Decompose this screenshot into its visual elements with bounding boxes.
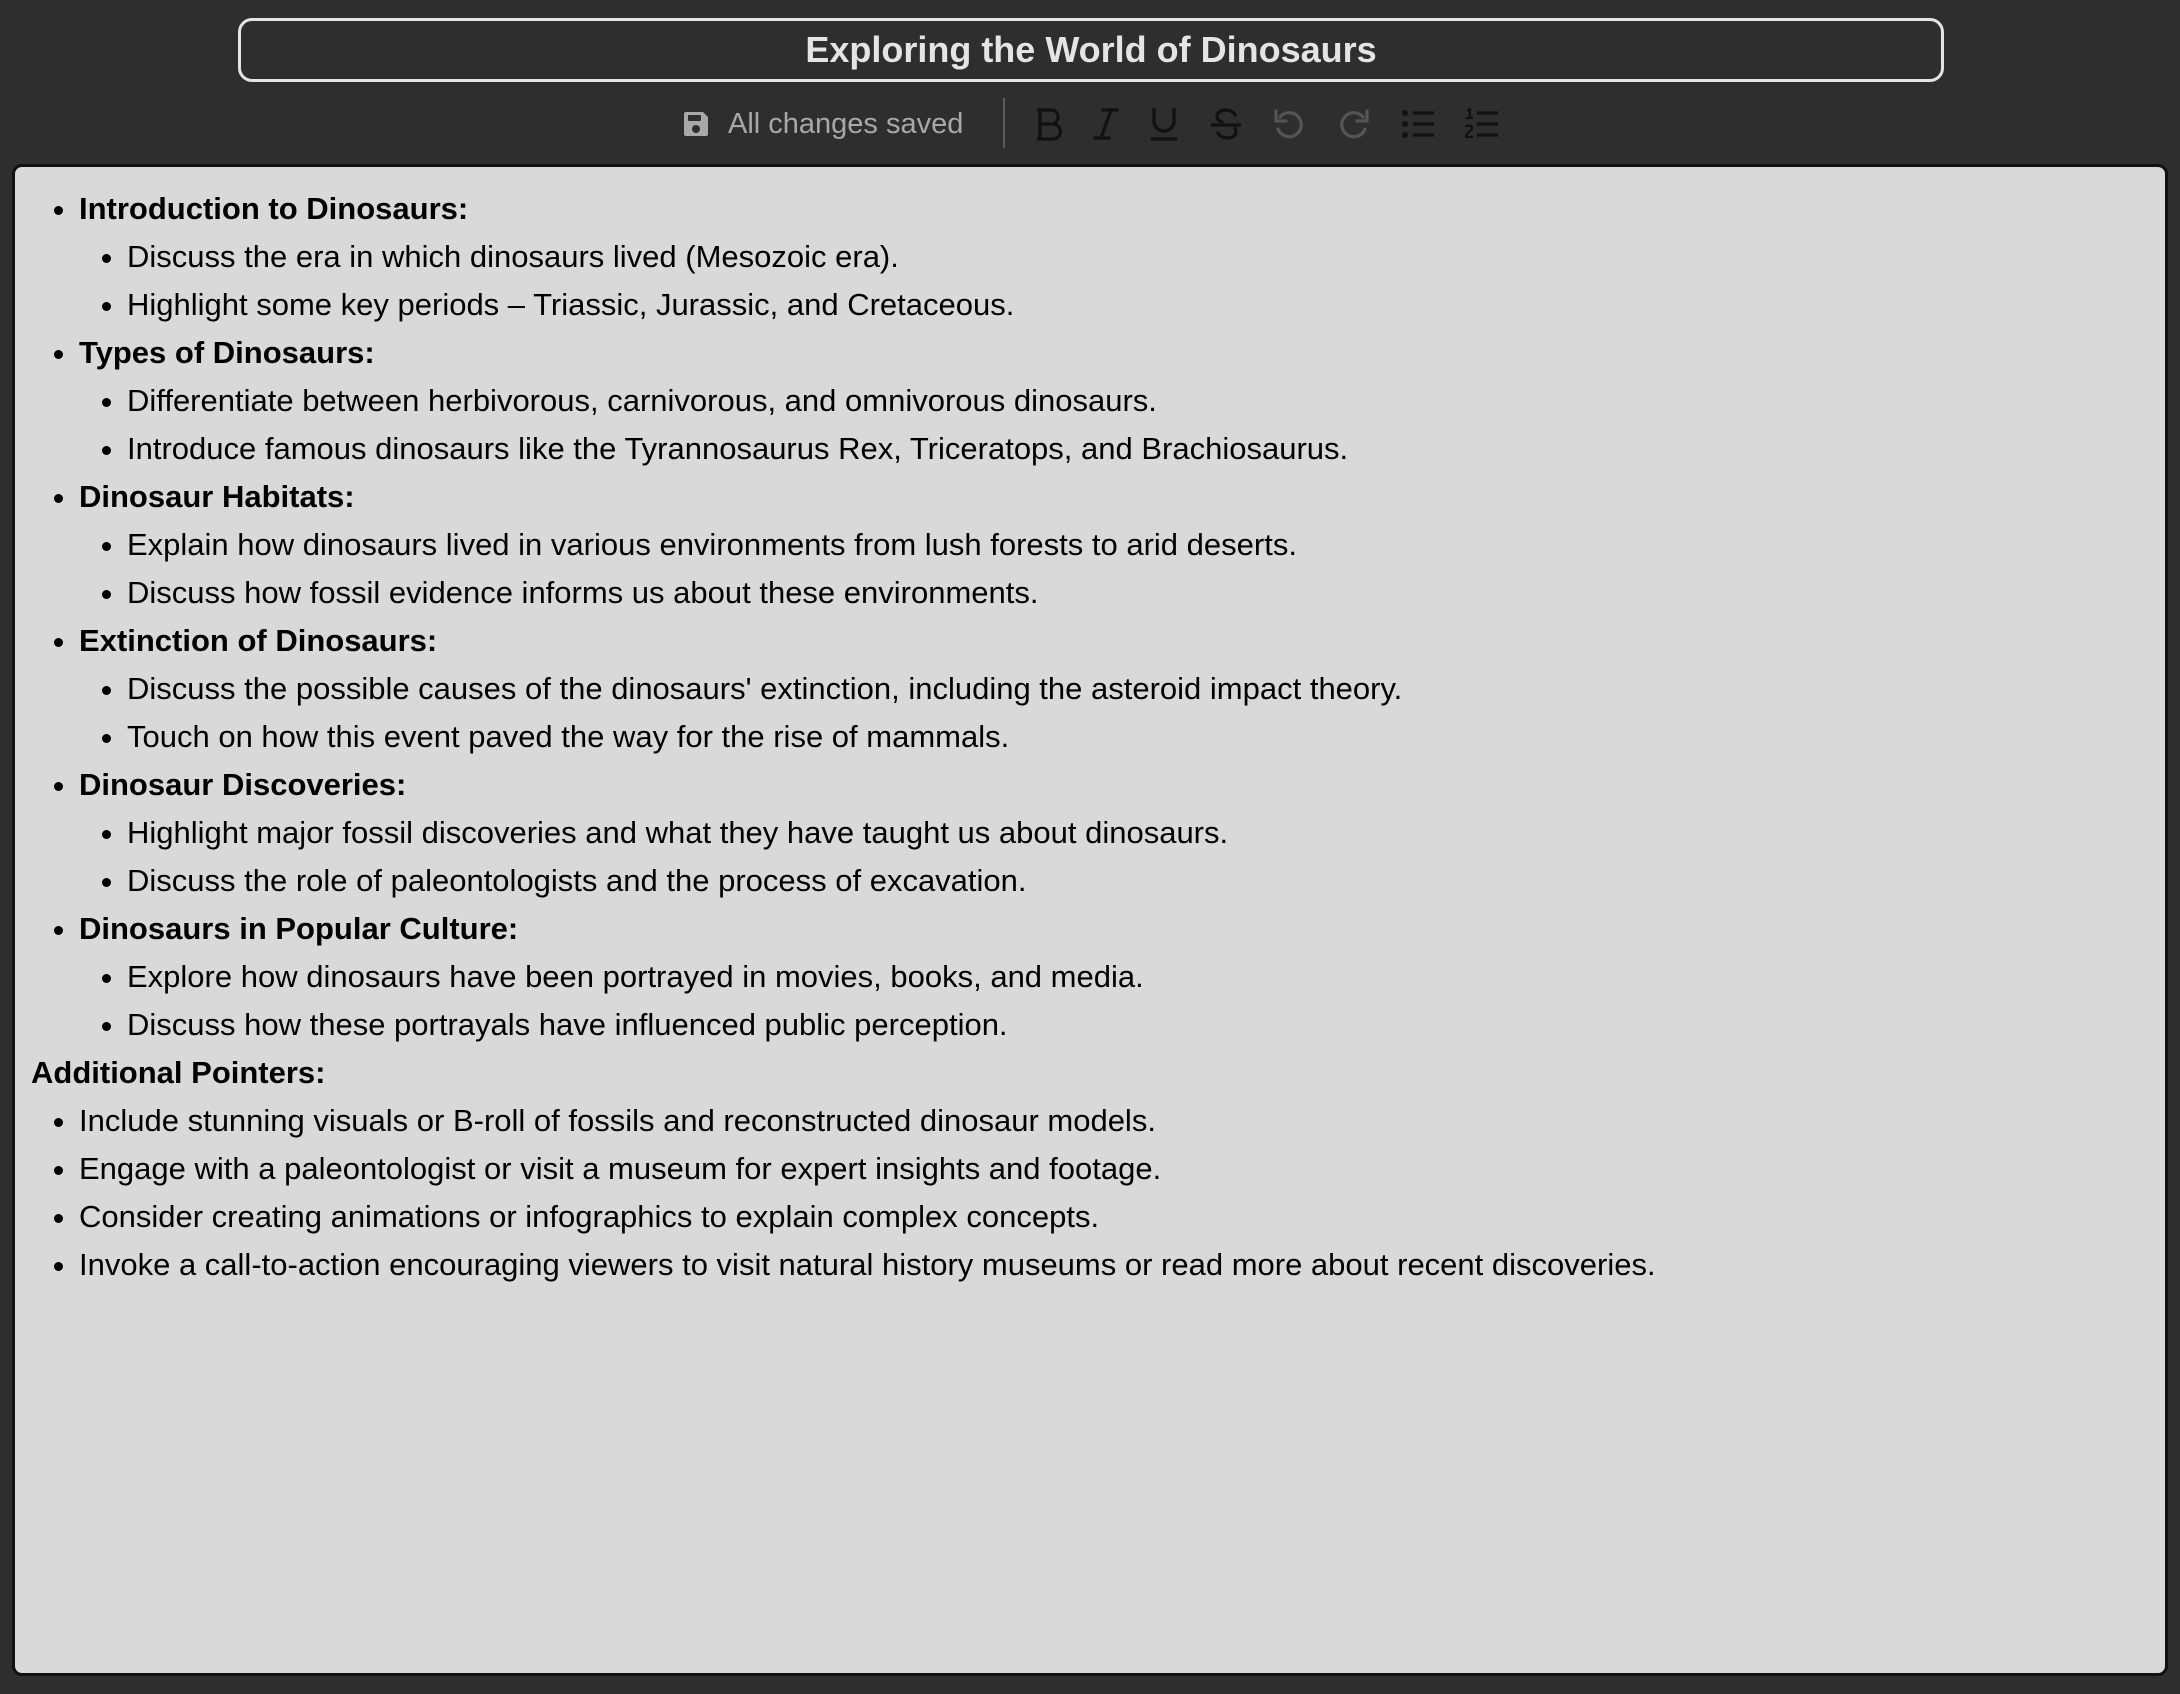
list-item: Discuss the era in which dinosaurs lived… — [127, 233, 2149, 281]
list-item: Explain how dinosaurs lived in various e… — [127, 521, 2149, 569]
italic-icon — [1091, 106, 1121, 142]
section-title: Introduction to Dinosaurs: — [79, 191, 469, 226]
list-item: Discuss the possible causes of the dinos… — [127, 665, 2149, 713]
section-title: Dinosaurs in Popular Culture: — [79, 911, 519, 946]
list-item: Invoke a call-to-action encouraging view… — [79, 1241, 2149, 1289]
list-item: Explore how dinosaurs have been portraye… — [127, 953, 2149, 1001]
section-item: Dinosaur Habitats: Explain how dinosaurs… — [79, 473, 2149, 617]
section-item: Extinction of Dinosaurs: Discuss the pos… — [79, 617, 2149, 761]
bullet-list-icon — [1401, 108, 1435, 140]
section-item: Dinosaur Discoveries: Highlight major fo… — [79, 761, 2149, 905]
section-item: Types of Dinosaurs: Differentiate betwee… — [79, 329, 2149, 473]
list-item: Highlight major fossil discoveries and w… — [127, 809, 2149, 857]
save-icon — [680, 108, 712, 140]
list-item: Discuss the role of paleontologists and … — [127, 857, 2149, 905]
section-item: Dinosaurs in Popular Culture: Explore ho… — [79, 905, 2149, 1049]
bullet-list-button[interactable] — [1394, 100, 1442, 148]
strikethrough-icon — [1209, 106, 1243, 142]
list-item: Introduce famous dinosaurs like the Tyra… — [127, 425, 2149, 473]
list-item: Touch on how this event paved the way fo… — [127, 713, 2149, 761]
section-title: Extinction of Dinosaurs: — [79, 623, 438, 658]
list-item: Discuss how these portrayals have influe… — [127, 1001, 2149, 1049]
redo-icon — [1337, 107, 1371, 141]
document-title-input[interactable]: Exploring the World of Dinosaurs — [238, 18, 1944, 82]
list-item: Discuss how fossil evidence informs us a… — [127, 569, 2149, 617]
numbered-list-button[interactable] — [1458, 100, 1506, 148]
additional-pointers-heading: Additional Pointers: — [31, 1055, 326, 1090]
toolbar-divider — [1003, 98, 1005, 148]
underline-icon — [1148, 105, 1180, 143]
section-item: Introduction to Dinosaurs: Discuss the e… — [79, 185, 2149, 329]
undo-icon — [1272, 107, 1306, 141]
list-item: Highlight some key periods – Triassic, J… — [127, 281, 2149, 329]
section-title: Dinosaur Discoveries: — [79, 767, 407, 802]
formatting-toolbar: All changes saved — [0, 96, 2180, 152]
numbered-list-icon — [1465, 108, 1499, 140]
list-item: Engage with a paleontologist or visit a … — [79, 1145, 2149, 1193]
save-status: All changes saved — [680, 102, 963, 146]
additional-pointers-list: Include stunning visuals or B-roll of fo… — [31, 1097, 2149, 1289]
document-editor: Exploring the World of Dinosaurs All cha… — [0, 0, 2180, 1694]
section-title: Dinosaur Habitats: — [79, 479, 355, 514]
redo-button[interactable] — [1330, 100, 1378, 148]
outline-list: Introduction to Dinosaurs: Discuss the e… — [31, 185, 2149, 1049]
save-status-label: All changes saved — [728, 107, 964, 140]
section-title: Types of Dinosaurs: — [79, 335, 375, 370]
document-body-editor[interactable]: Introduction to Dinosaurs: Discuss the e… — [12, 164, 2168, 1676]
undo-button[interactable] — [1265, 100, 1313, 148]
strikethrough-button[interactable] — [1202, 100, 1250, 148]
list-item: Differentiate between herbivorous, carni… — [127, 377, 2149, 425]
bold-button[interactable] — [1026, 100, 1074, 148]
underline-button[interactable] — [1140, 100, 1188, 148]
bold-icon — [1034, 106, 1066, 142]
list-item: Consider creating animations or infograp… — [79, 1193, 2149, 1241]
italic-button[interactable] — [1082, 100, 1130, 148]
list-item: Include stunning visuals or B-roll of fo… — [79, 1097, 2149, 1145]
